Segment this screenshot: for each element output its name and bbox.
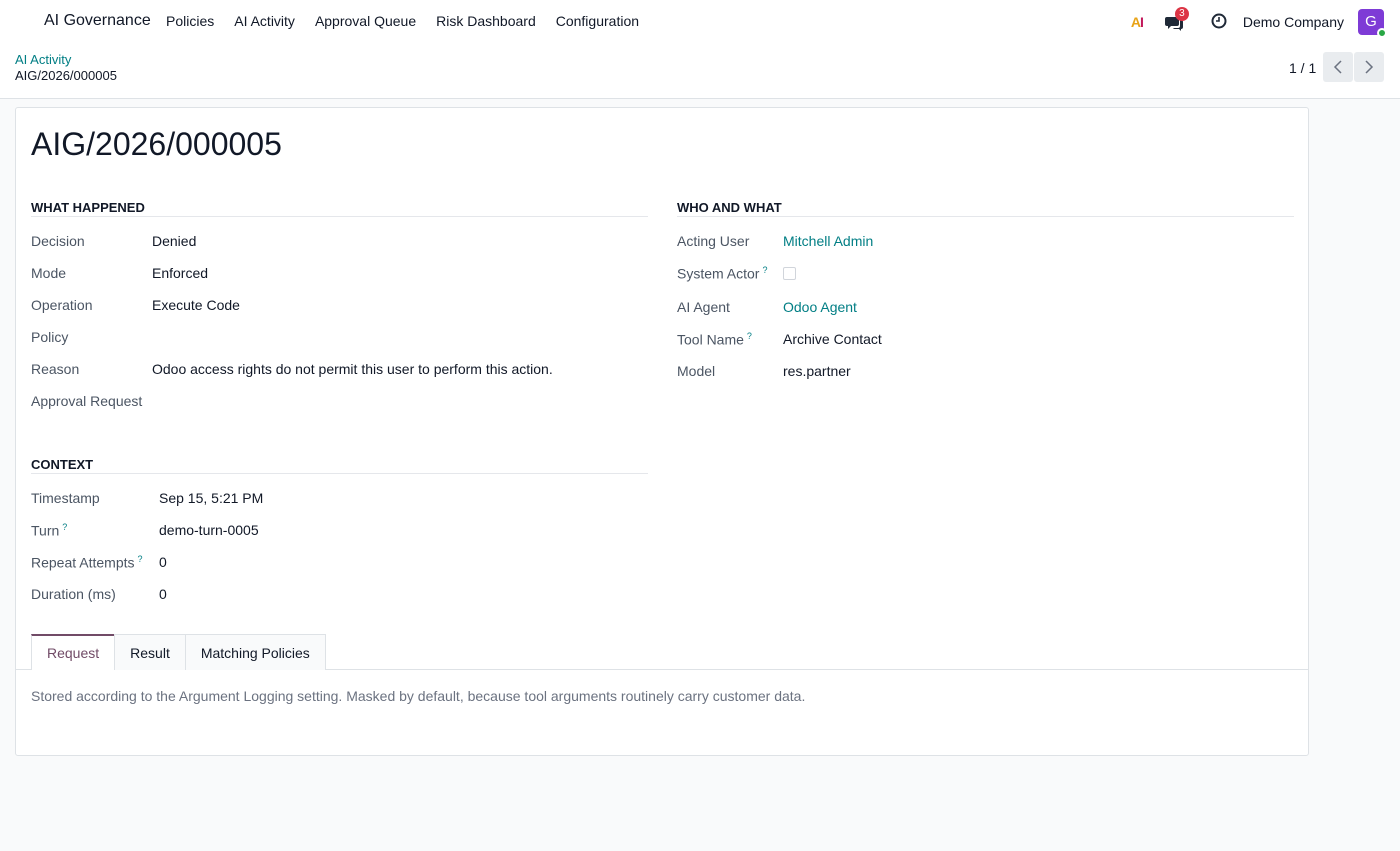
menu-item-approval-queue[interactable]: Approval Queue xyxy=(315,13,416,29)
pager-value[interactable]: 1 / 1 xyxy=(1289,60,1316,76)
field-label: Model xyxy=(677,363,716,379)
field-label: Mode xyxy=(31,265,67,281)
field-label: Decision xyxy=(31,233,85,249)
chevron-left-icon xyxy=(1333,60,1342,74)
online-status-dot xyxy=(1377,28,1387,38)
field-value-reason: Odoo access rights do not permit this us… xyxy=(152,361,553,377)
top-navbar: AI Governance Policies AI Activity Appro… xyxy=(0,0,1400,44)
group-context: CONTEXT Timestamp Sep 15, 5:21 PM Turn? … xyxy=(31,457,648,617)
field-label: Duration (ms) xyxy=(31,586,116,602)
field-label: Turn? xyxy=(31,522,67,539)
user-avatar[interactable]: G xyxy=(1358,9,1387,38)
menu-item-risk-dashboard[interactable]: Risk Dashboard xyxy=(436,13,536,29)
field-label: Approval Request xyxy=(31,393,143,409)
control-panel: AI Activity AIG/2026/000005 1 / 1 xyxy=(0,44,1400,99)
field-label: Policy xyxy=(31,329,69,345)
field-label: Repeat Attempts? xyxy=(31,554,143,571)
tab-content-request: Stored according to the Argument Logging… xyxy=(31,688,806,704)
ai-icon-letter-i: I xyxy=(1139,14,1144,30)
breadcrumb-parent-link[interactable]: AI Activity xyxy=(15,52,71,67)
field-value-tool-name: Archive Contact xyxy=(783,331,882,347)
tab-request[interactable]: Request xyxy=(31,634,116,670)
activity-clock-icon[interactable] xyxy=(1211,13,1227,32)
form-sheet: AIG/2026/000005 WHAT HAPPENED Decision D… xyxy=(15,107,1309,756)
tab-matching-policies[interactable]: Matching Policies xyxy=(184,634,326,670)
app-brand[interactable]: AI Governance xyxy=(44,12,151,30)
pager-next-button[interactable] xyxy=(1354,52,1384,82)
field-label-text: Turn xyxy=(31,522,60,539)
help-tooltip-icon[interactable]: ? xyxy=(62,522,67,532)
field-value-turn: demo-turn-0005 xyxy=(159,522,259,538)
avatar-initial: G xyxy=(1365,13,1377,30)
field-value-decision: Denied xyxy=(152,233,197,249)
field-label: System Actor? xyxy=(677,265,767,282)
field-label-text: Repeat Attempts xyxy=(31,554,135,571)
group-what-happened: WHAT HAPPENED Decision Denied Mode Enfor… xyxy=(31,200,648,430)
field-value-model: res.partner xyxy=(783,363,851,379)
field-label: Operation xyxy=(31,297,93,313)
message-count-badge: 3 xyxy=(1174,7,1189,21)
menu-item-policies[interactable]: Policies xyxy=(166,13,214,29)
system-actor-checkbox[interactable] xyxy=(783,267,796,280)
help-tooltip-icon[interactable]: ? xyxy=(138,554,143,564)
help-tooltip-icon[interactable]: ? xyxy=(762,265,767,275)
main-menu: Policies AI Activity Approval Queue Risk… xyxy=(166,13,659,29)
field-value-repeat-attempts: 0 xyxy=(159,554,167,570)
ai-assistant-icon[interactable]: AI xyxy=(1130,14,1144,30)
company-switcher[interactable]: Demo Company xyxy=(1243,14,1344,30)
tab-result[interactable]: Result xyxy=(114,634,186,670)
menu-item-configuration[interactable]: Configuration xyxy=(556,13,639,29)
record-title: AIG/2026/000005 xyxy=(31,126,282,162)
app-menu-icon[interactable] xyxy=(16,12,36,32)
messaging-menu[interactable]: 3 xyxy=(1164,7,1189,32)
group-who-and-what: WHO AND WHAT Acting User Mitchell Admin … xyxy=(677,200,1294,400)
field-label: AI Agent xyxy=(677,299,730,315)
field-value-duration: 0 xyxy=(159,586,167,602)
ai-agent-link[interactable]: Odoo Agent xyxy=(783,299,857,315)
breadcrumb-current: AIG/2026/000005 xyxy=(15,68,117,83)
group-title-who-and-what: WHO AND WHAT xyxy=(677,200,1294,217)
help-tooltip-icon[interactable]: ? xyxy=(747,331,752,341)
acting-user-link[interactable]: Mitchell Admin xyxy=(783,233,873,249)
notebook-tabs: Request Result Matching Policies xyxy=(31,634,326,670)
field-value-operation: Execute Code xyxy=(152,297,240,313)
chevron-right-icon xyxy=(1365,60,1374,74)
menu-item-ai-activity[interactable]: AI Activity xyxy=(234,13,295,29)
pager-previous-button[interactable] xyxy=(1323,52,1353,82)
field-label: Timestamp xyxy=(31,490,100,506)
field-label: Tool Name? xyxy=(677,331,752,348)
field-label-text: Tool Name xyxy=(677,331,744,348)
group-title-context: CONTEXT xyxy=(31,457,648,474)
group-title-what-happened: WHAT HAPPENED xyxy=(31,200,648,217)
field-label: Acting User xyxy=(677,233,750,249)
field-value-mode: Enforced xyxy=(152,265,209,281)
field-label-text: System Actor xyxy=(677,265,760,282)
ai-icon-letter-a: A xyxy=(1130,14,1141,30)
field-label: Reason xyxy=(31,361,80,377)
field-value-timestamp: Sep 15, 5:21 PM xyxy=(159,490,264,506)
navbar-systray: AI 3 Demo Company G xyxy=(1130,7,1387,38)
